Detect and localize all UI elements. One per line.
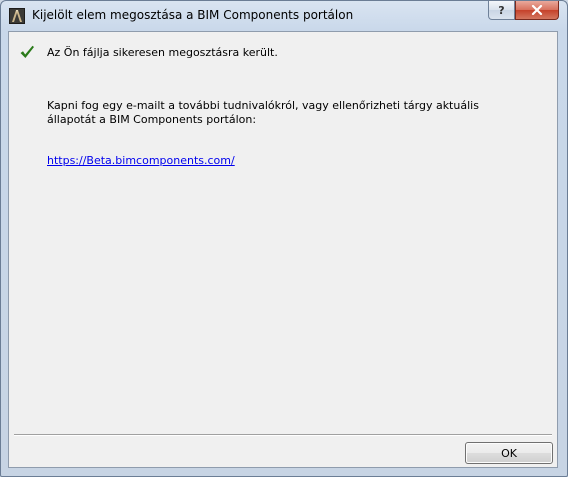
footer-divider — [14, 434, 552, 436]
help-label: ? — [498, 3, 505, 17]
dialog-window: Kijelölt elem megosztása a BIM Component… — [0, 0, 568, 477]
title-bar[interactable]: Kijelölt elem megosztása a BIM Component… — [1, 1, 567, 31]
help-button[interactable]: ? — [488, 1, 515, 20]
close-icon — [531, 5, 543, 15]
success-message: Az Ön fájlja sikeresen megosztásra kerül… — [47, 46, 278, 59]
portal-link[interactable]: https://Beta.bimcomponents.com/ — [47, 154, 235, 167]
dialog-content: Az Ön fájlja sikeresen megosztásra kerül… — [8, 31, 558, 468]
ok-label: OK — [501, 446, 517, 460]
ok-button[interactable]: OK — [465, 442, 553, 464]
close-button[interactable] — [515, 1, 559, 20]
info-message: Kapni fog egy e-mailt a további tudnival… — [47, 99, 479, 126]
checkmark-icon — [20, 45, 34, 58]
app-icon — [9, 8, 25, 24]
window-title: Kijelölt elem megosztása a BIM Component… — [32, 8, 354, 22]
